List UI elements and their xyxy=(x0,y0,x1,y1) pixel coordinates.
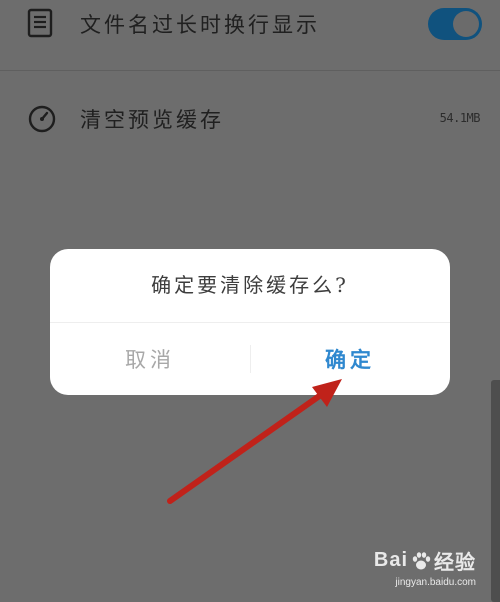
setting-label-clear-cache: 清空预览缓存 xyxy=(80,108,224,132)
setting-row-wrap-filename[interactable]: 文件名过长时换行显示 xyxy=(0,0,500,62)
scrollbar[interactable] xyxy=(491,380,500,602)
row-divider xyxy=(0,70,500,71)
watermark-brand-left: Bai xyxy=(373,549,408,571)
dialog-message: 确定要清除缓存么? xyxy=(151,273,349,297)
setting-label-wrap-filename: 文件名过长时换行显示 xyxy=(80,13,320,37)
toggle-knob xyxy=(453,11,479,37)
wrap-filename-toggle[interactable] xyxy=(428,8,482,40)
cancel-button[interactable]: 取消 xyxy=(50,323,250,395)
paw-icon xyxy=(412,551,431,569)
watermark-logo: Bai 经验 jingyan.baidu.com xyxy=(374,546,476,588)
confirm-dialog: 确定要清除缓存么? 取消 确定 xyxy=(50,249,450,395)
cache-size-value: 54.1MB xyxy=(439,111,481,125)
document-icon xyxy=(27,8,53,38)
setting-row-clear-cache[interactable]: 清空预览缓存 54.1MB xyxy=(0,78,500,162)
gauge-icon xyxy=(28,105,56,133)
watermark-url: jingyan.baidu.com xyxy=(395,577,476,588)
watermark-brand-right: 经验 xyxy=(434,552,476,574)
confirm-button[interactable]: 确定 xyxy=(250,323,450,395)
